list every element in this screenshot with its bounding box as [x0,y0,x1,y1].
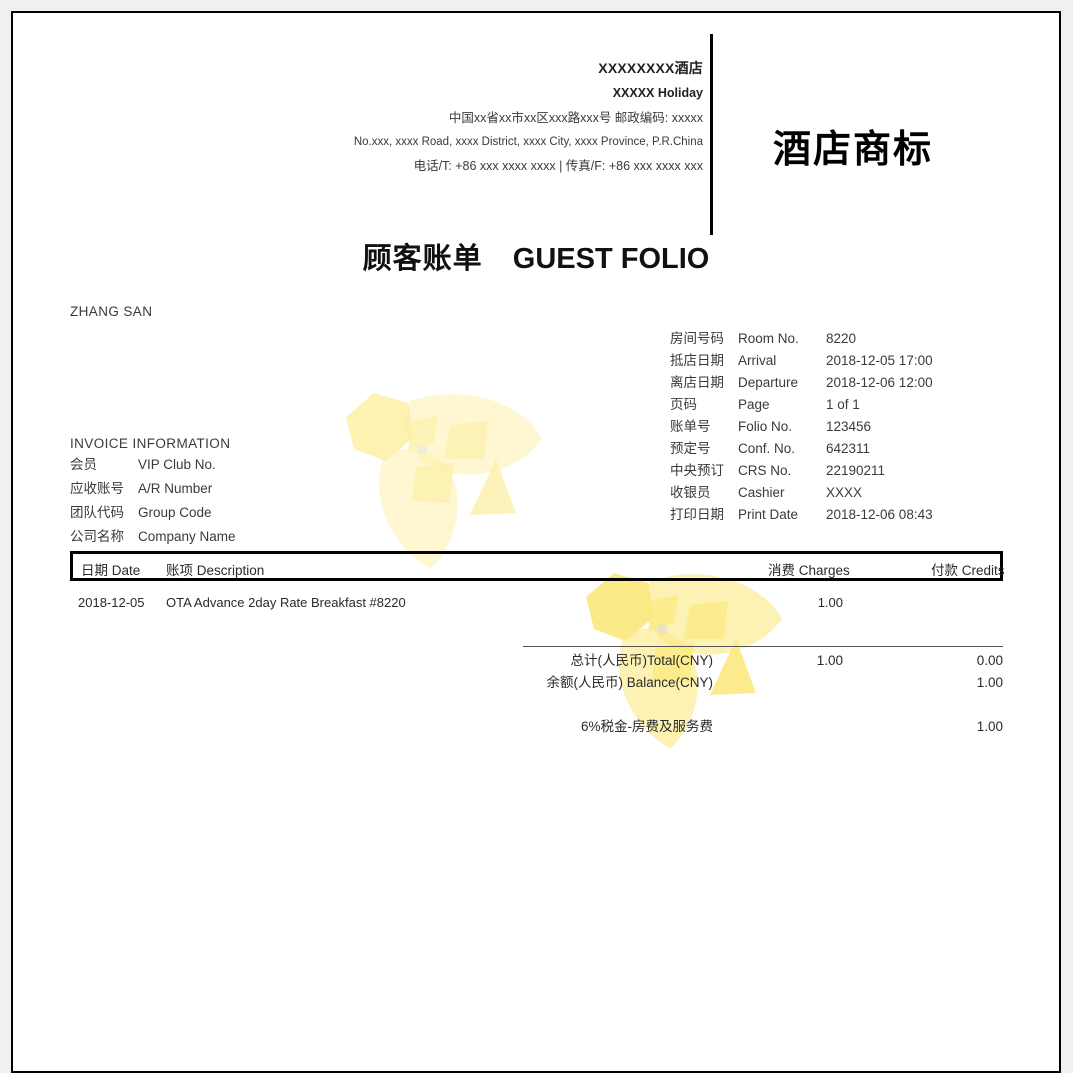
detail-label-cn: 房间号码 [670,331,724,346]
invoice-row-ar-number: 应收账号 A/R Number [70,479,236,500]
invoice-row-label-cn: 应收账号 [70,480,124,496]
detail-row-room-no: 房间号码 Room No. 8220 [670,328,933,350]
detail-label-cn: 收银员 [670,485,711,500]
detail-label-en: Conf. No. [738,441,796,456]
invoice-row-vip-club: 会员 VIP Club No. [70,455,236,476]
detail-row-folio-no: 账单号 Folio No. 123456 [670,416,933,438]
invoice-row-label-cn: 公司名称 [70,528,124,544]
detail-label-cn: 抵店日期 [670,353,724,368]
detail-label-en: Page [738,397,770,412]
detail-row-conf-no: 预定号 Conf. No. 642311 [670,438,933,460]
hotel-address-en: No.xxx, xxxx Road, xxxx District, xxxx C… [353,136,703,148]
folio-page: XXXXXXXX酒店 XXXXX Holiday 中国xx省xx市xx区xxx路… [11,11,1061,1073]
invoice-information-heading: INVOICE INFORMATION [70,436,231,451]
detail-value: XXXX [826,485,863,500]
cell-description: OTA Advance 2day Rate Breakfast #8220 [166,595,406,610]
total-label: 总计(人民币)Total(CNY) [570,653,713,668]
invoice-row-label-en: VIP Club No. [138,457,216,472]
hotel-contact: 电话/T: +86 xxx xxxx xxxx | 传真/F: +86 xxx … [413,159,703,173]
column-header-credits: 付款 Credits [931,563,1005,578]
detail-value: 2018-12-06 12:00 [826,375,933,390]
tax-credits: 1.00 [976,719,1003,734]
total-credits: 1.00 [976,675,1003,690]
invoice-row-group-code: 团队代码 Group Code [70,503,236,524]
charges-table-header: 日期 Date 账项 Description 消费 Charges 付款 Cre… [70,551,1005,581]
page-title-en: GUEST FOLIO [512,243,710,275]
total-row-grand-total: 总计(人民币)Total(CNY) 1.00 0.00 [523,650,1003,672]
detail-label-en: Folio No. [738,419,793,434]
watermark-decoration-upper [338,381,553,571]
detail-row-crs-no: 中央预订 CRS No. 22190211 [670,460,933,482]
detail-label-en: CRS No. [738,463,792,478]
total-label: 余额(人民币) Balance(CNY) [546,675,713,690]
invoice-information-block: INVOICE INFORMATION 会员 VIP Club No. 应收账号… [70,436,236,551]
detail-value: 2018-12-06 08:43 [826,507,933,522]
header-vertical-divider [710,34,713,235]
detail-label-en: Arrival [738,353,777,368]
detail-label-en: Cashier [738,485,785,500]
invoice-row-label-cn: 会员 [70,457,97,472]
invoice-row-label-en: A/R Number [138,480,213,496]
detail-label-en: Departure [738,375,799,390]
total-row-balance: 余额(人民币) Balance(CNY) 1.00 [523,672,1003,694]
detail-value: 1 of 1 [826,397,860,412]
detail-row-page: 页码 Page 1 of 1 [670,394,933,416]
total-credits: 0.00 [976,653,1003,668]
watermark-svg-upper [346,393,542,569]
tax-label: 6%税金-房费及服务费 [580,719,713,734]
detail-label-cn: 页码 [670,397,697,412]
detail-value: 123456 [826,419,872,434]
page-title: 顾客账单 GUEST FOLIO [13,235,1059,277]
totals-block: 总计(人民币)Total(CNY) 1.00 0.00 余额(人民币) Bala… [523,650,1003,738]
detail-label-cn: 打印日期 [670,507,724,522]
column-header-description: 账项 Description [166,563,265,578]
cell-date: 2018-12-05 [78,595,145,610]
invoice-row-label-en: Group Code [138,504,212,520]
footer-note: 请告诉我们您的入住体验 [70,1069,224,1071]
invoice-row-company-name: 公司名称 Company Name [70,527,236,548]
detail-row-departure: 离店日期 Departure 2018-12-06 12:00 [670,372,933,394]
charges-table-body: 2018-12-05 OTA Advance 2day Rate Breakfa… [70,595,1003,617]
detail-value: 8220 [826,331,857,346]
hotel-name-en: XXXXX Holiday [612,86,703,100]
detail-row-print-date: 打印日期 Print Date 2018-12-06 08:43 [670,504,933,526]
column-header-date: 日期 Date [81,563,141,578]
invoice-row-label-en: Company Name [138,528,236,544]
detail-label-cn: 预定号 [670,441,711,456]
detail-label-cn: 中央预订 [670,463,724,478]
totals-separator-rule [523,646,1003,647]
guest-name: ZHANG SAN [70,304,153,319]
hotel-logo-text: 酒店商标 [773,129,934,171]
invoice-row-label-cn: 团队代码 [70,504,124,520]
table-row: 2018-12-05 OTA Advance 2day Rate Breakfa… [70,595,1003,617]
detail-value: 642311 [826,441,871,456]
hotel-name-cn: XXXXXXXX酒店 [598,60,703,76]
column-header-charges: 消费 Charges [768,563,850,578]
detail-label-en: Print Date [738,507,799,522]
hotel-address-cn: 中国xx省xx市xx区xxx路xxx号 邮政编码: xxxxx [448,111,703,125]
detail-label-en: Room No. [738,331,799,346]
detail-label-cn: 账单号 [670,419,711,434]
detail-row-arrival: 抵店日期 Arrival 2018-12-05 17:00 [670,350,933,372]
page-title-cn: 顾客账单 [362,243,483,275]
detail-value: 22190211 [826,463,886,478]
reservation-details-block: 房间号码 Room No. 8220 抵店日期 Arrival 2018-12-… [670,328,933,526]
detail-value: 2018-12-05 17:00 [826,353,933,368]
detail-label-cn: 离店日期 [670,375,724,390]
total-row-tax: 6%税金-房费及服务费 1.00 [523,716,1003,738]
detail-row-cashier: 收银员 Cashier XXXX [670,482,933,504]
total-charges: 1.00 [816,653,843,668]
cell-charges: 1.00 [817,595,843,610]
